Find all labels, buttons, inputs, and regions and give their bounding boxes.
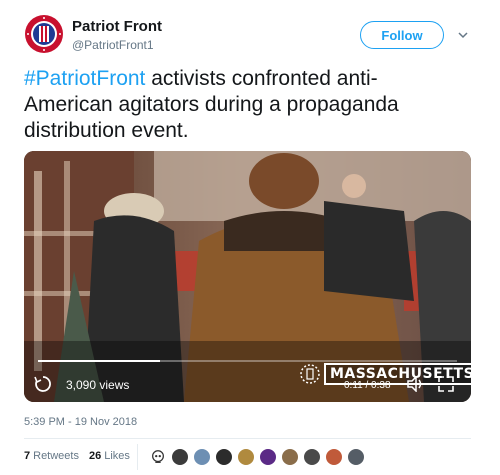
volume-icon[interactable]	[406, 376, 424, 392]
skull-icon[interactable]	[149, 448, 167, 466]
retweet-label[interactable]: Retweets	[33, 450, 79, 462]
liker-avatar[interactable]	[215, 448, 233, 466]
liker-avatar[interactable]	[171, 448, 189, 466]
liker-avatars	[149, 448, 369, 466]
author-name[interactable]: Patriot Front	[72, 18, 162, 35]
watermark-logo-icon	[300, 364, 320, 384]
like-count[interactable]: 26	[89, 450, 101, 462]
like-label[interactable]: Likes	[104, 450, 130, 462]
avatar[interactable]	[24, 14, 64, 54]
patriot-front-logo-icon	[25, 15, 63, 53]
liker-avatar[interactable]	[325, 448, 343, 466]
liker-avatar[interactable]	[347, 448, 365, 466]
author-handle[interactable]: @PatriotFront1	[72, 38, 154, 52]
view-count: 3,090 views	[66, 378, 130, 392]
chevron-down-icon[interactable]	[456, 28, 470, 42]
hashtag-link[interactable]: #PatriotFront	[24, 67, 145, 90]
tweet-stats: 7 Retweets 26 Likes	[24, 450, 140, 462]
fullscreen-icon[interactable]	[438, 376, 454, 392]
replay-icon[interactable]	[34, 375, 52, 393]
video-player[interactable]: 3,090 views MASSACHUSETTS 0:11 / 0:38	[24, 151, 471, 402]
liker-avatar[interactable]	[281, 448, 299, 466]
follow-button[interactable]: Follow	[360, 21, 444, 49]
tweet-card: Patriot Front @PatriotFront1 Follow #Pat…	[0, 0, 500, 475]
stats-separator	[137, 444, 138, 470]
tweet-timestamp[interactable]: 5:39 PM - 19 Nov 2018	[24, 416, 137, 428]
video-time: 0:11 / 0:38	[344, 380, 391, 391]
retweet-count[interactable]: 7	[24, 450, 30, 462]
tweet-text: #PatriotFront activists confronted anti-…	[24, 66, 464, 144]
liker-avatar[interactable]	[259, 448, 277, 466]
video-progress-fill	[38, 360, 160, 362]
liker-avatar[interactable]	[193, 448, 211, 466]
liker-avatar[interactable]	[303, 448, 321, 466]
divider	[24, 438, 471, 439]
liker-avatar[interactable]	[237, 448, 255, 466]
